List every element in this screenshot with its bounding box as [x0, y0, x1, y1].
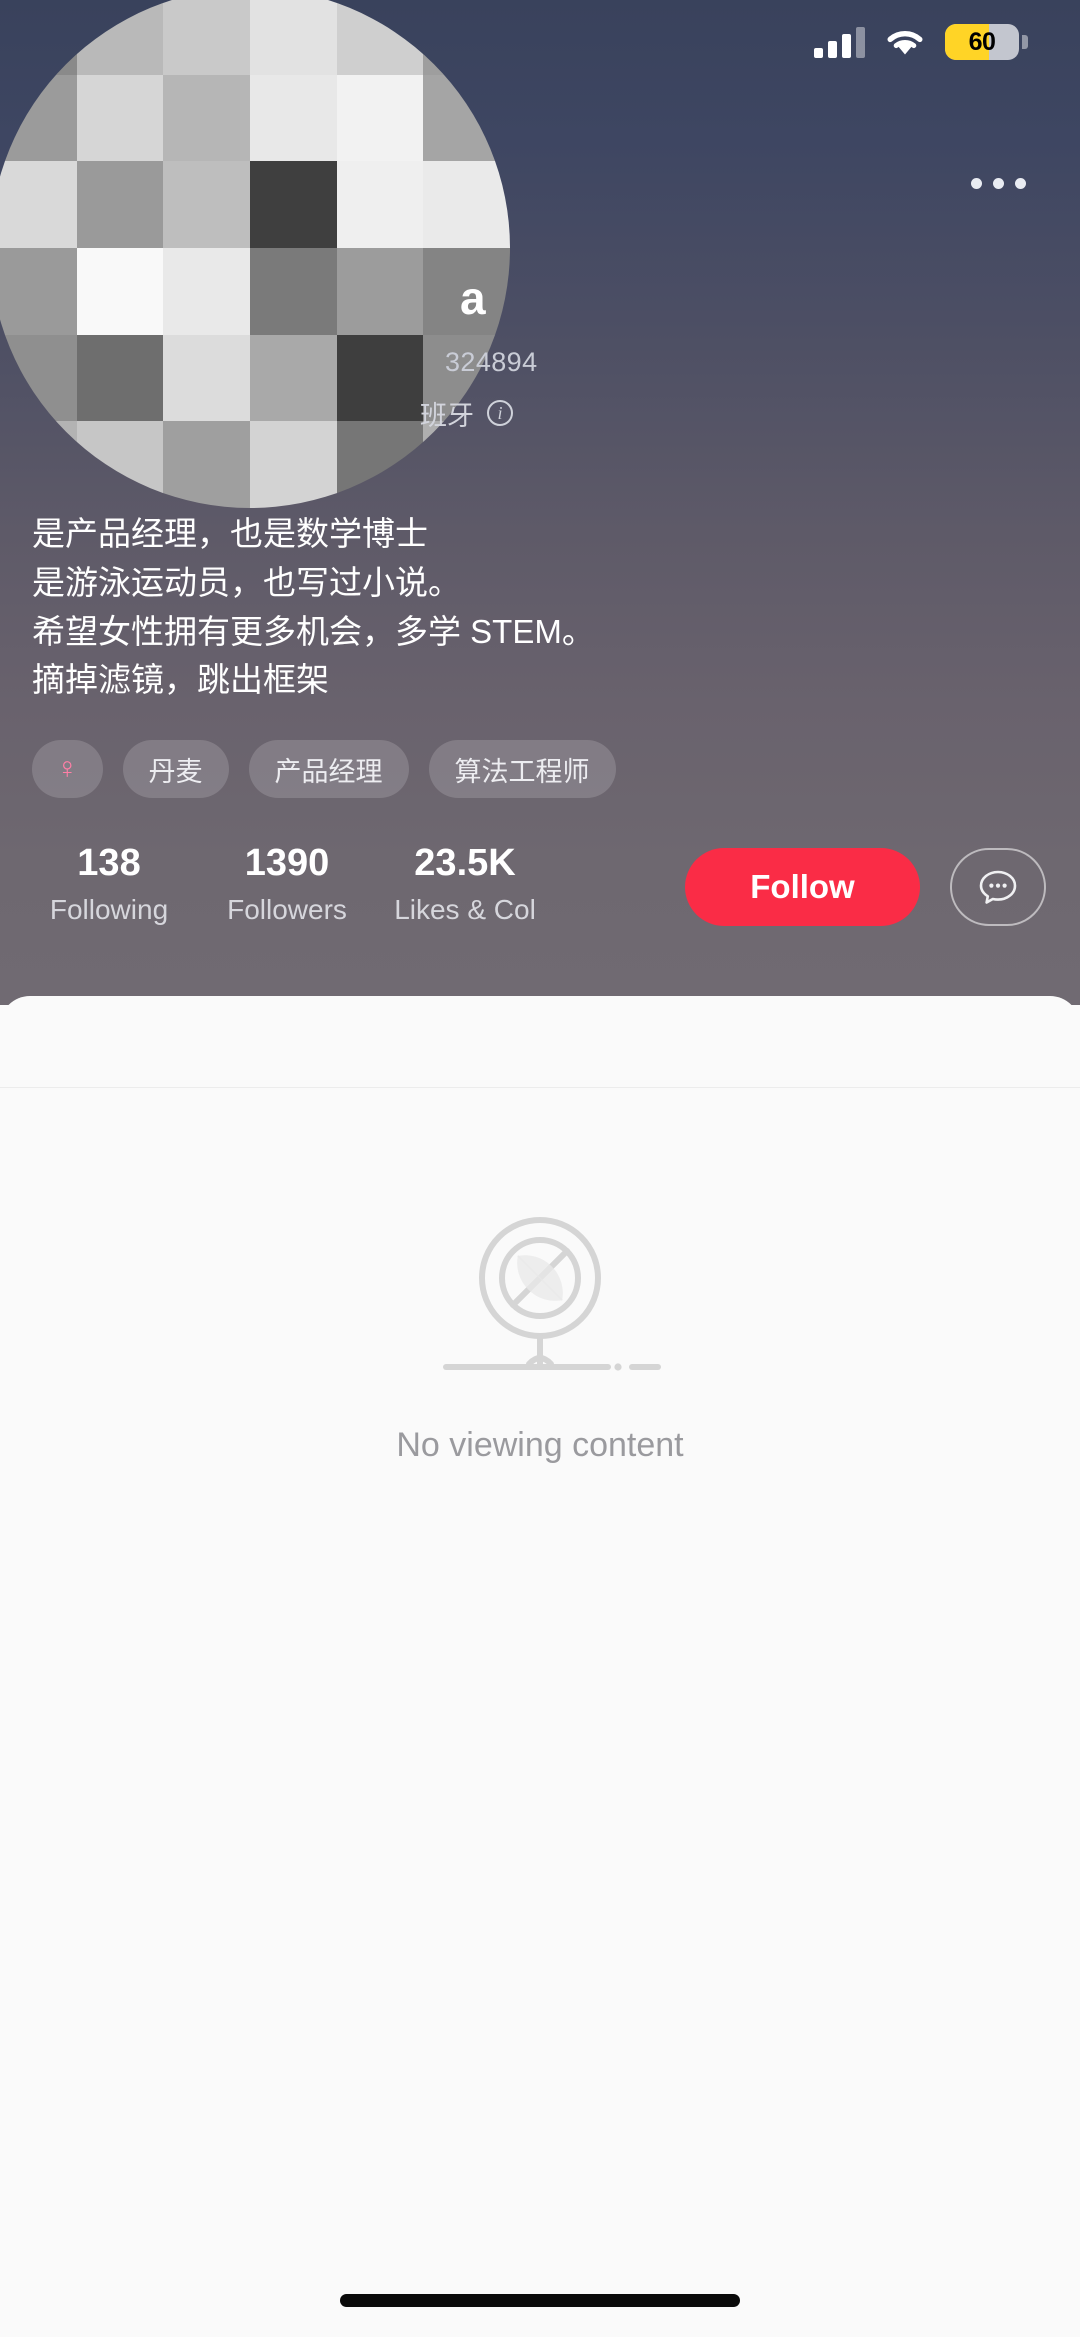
content-sheet: No viewing content — [0, 996, 1080, 2337]
stat-following[interactable]: 138 Following — [34, 840, 184, 926]
follow-button[interactable]: Follow — [685, 848, 920, 926]
stat-label: Following — [49, 893, 169, 925]
tab-bar[interactable] — [0, 996, 1080, 1088]
country-tag[interactable]: 丹麦 — [122, 740, 229, 798]
profile-screen: 60 a 324894 班牙 i 是产品经理，也是数学博士 是游泳运动员，也写过… — [0, 0, 1080, 2337]
battery-indicator: 60 — [945, 24, 1028, 60]
chat-bubble-icon — [973, 861, 1023, 914]
message-button[interactable] — [950, 848, 1046, 926]
stat-followers[interactable]: 1390 Followers — [212, 840, 362, 926]
role-tag[interactable]: 算法工程师 — [428, 740, 616, 798]
job-tag[interactable]: 产品经理 — [248, 740, 409, 798]
stat-likes[interactable]: 23.5K Likes & Col — [390, 840, 540, 926]
wifi-icon — [883, 26, 927, 58]
bio-line: 是产品经理，也是数学博士 — [32, 515, 428, 552]
gender-tag[interactable]: ♀ — [32, 740, 103, 798]
stat-value: 23.5K — [414, 842, 516, 884]
stats-row: 138 Following 1390 Followers 23.5K Likes… — [0, 840, 1080, 960]
cellular-signal-icon — [814, 26, 865, 58]
home-indicator[interactable] — [340, 2294, 740, 2307]
battery-cap — [1022, 35, 1028, 49]
bio-line: 摘掉滤镜，跳出框架 — [32, 661, 329, 699]
tag-list: ♀ 丹麦 产品经理 算法工程师 — [32, 740, 616, 798]
user-id: 324894 — [445, 346, 538, 377]
battery-percent: 60 — [968, 27, 996, 56]
more-options-icon[interactable] — [958, 155, 1038, 211]
identity-block: a 324894 班牙 i — [40, 272, 740, 433]
location-label: 班牙 — [420, 400, 474, 431]
action-buttons: Follow — [685, 840, 1046, 926]
info-icon[interactable]: i — [487, 400, 513, 427]
no-content-prohibited-icon — [410, 1206, 670, 1396]
username: a — [460, 272, 486, 324]
empty-state: No viewing content — [0, 1088, 1080, 1465]
stat-label: Followers — [227, 893, 347, 925]
stat-value: 138 — [77, 842, 141, 884]
stat-label: Likes & Col — [394, 893, 536, 925]
profile-header: 60 a 324894 班牙 i 是产品经理，也是数学博士 是游泳运动员，也写过… — [0, 0, 1080, 1005]
bio-line: 希望女性拥有更多机会，多学 STEM。 — [32, 612, 595, 650]
empty-state-text: No viewing content — [396, 1426, 684, 1464]
location-row[interactable]: 班牙 i — [40, 394, 740, 433]
bio-line: 是游泳运动员，也写过小说。 — [32, 563, 461, 601]
bio-block: 是产品经理，也是数学博士 是游泳运动员，也写过小说。 希望女性拥有更多机会，多学… — [32, 510, 932, 705]
stat-value: 1390 — [244, 842, 330, 884]
